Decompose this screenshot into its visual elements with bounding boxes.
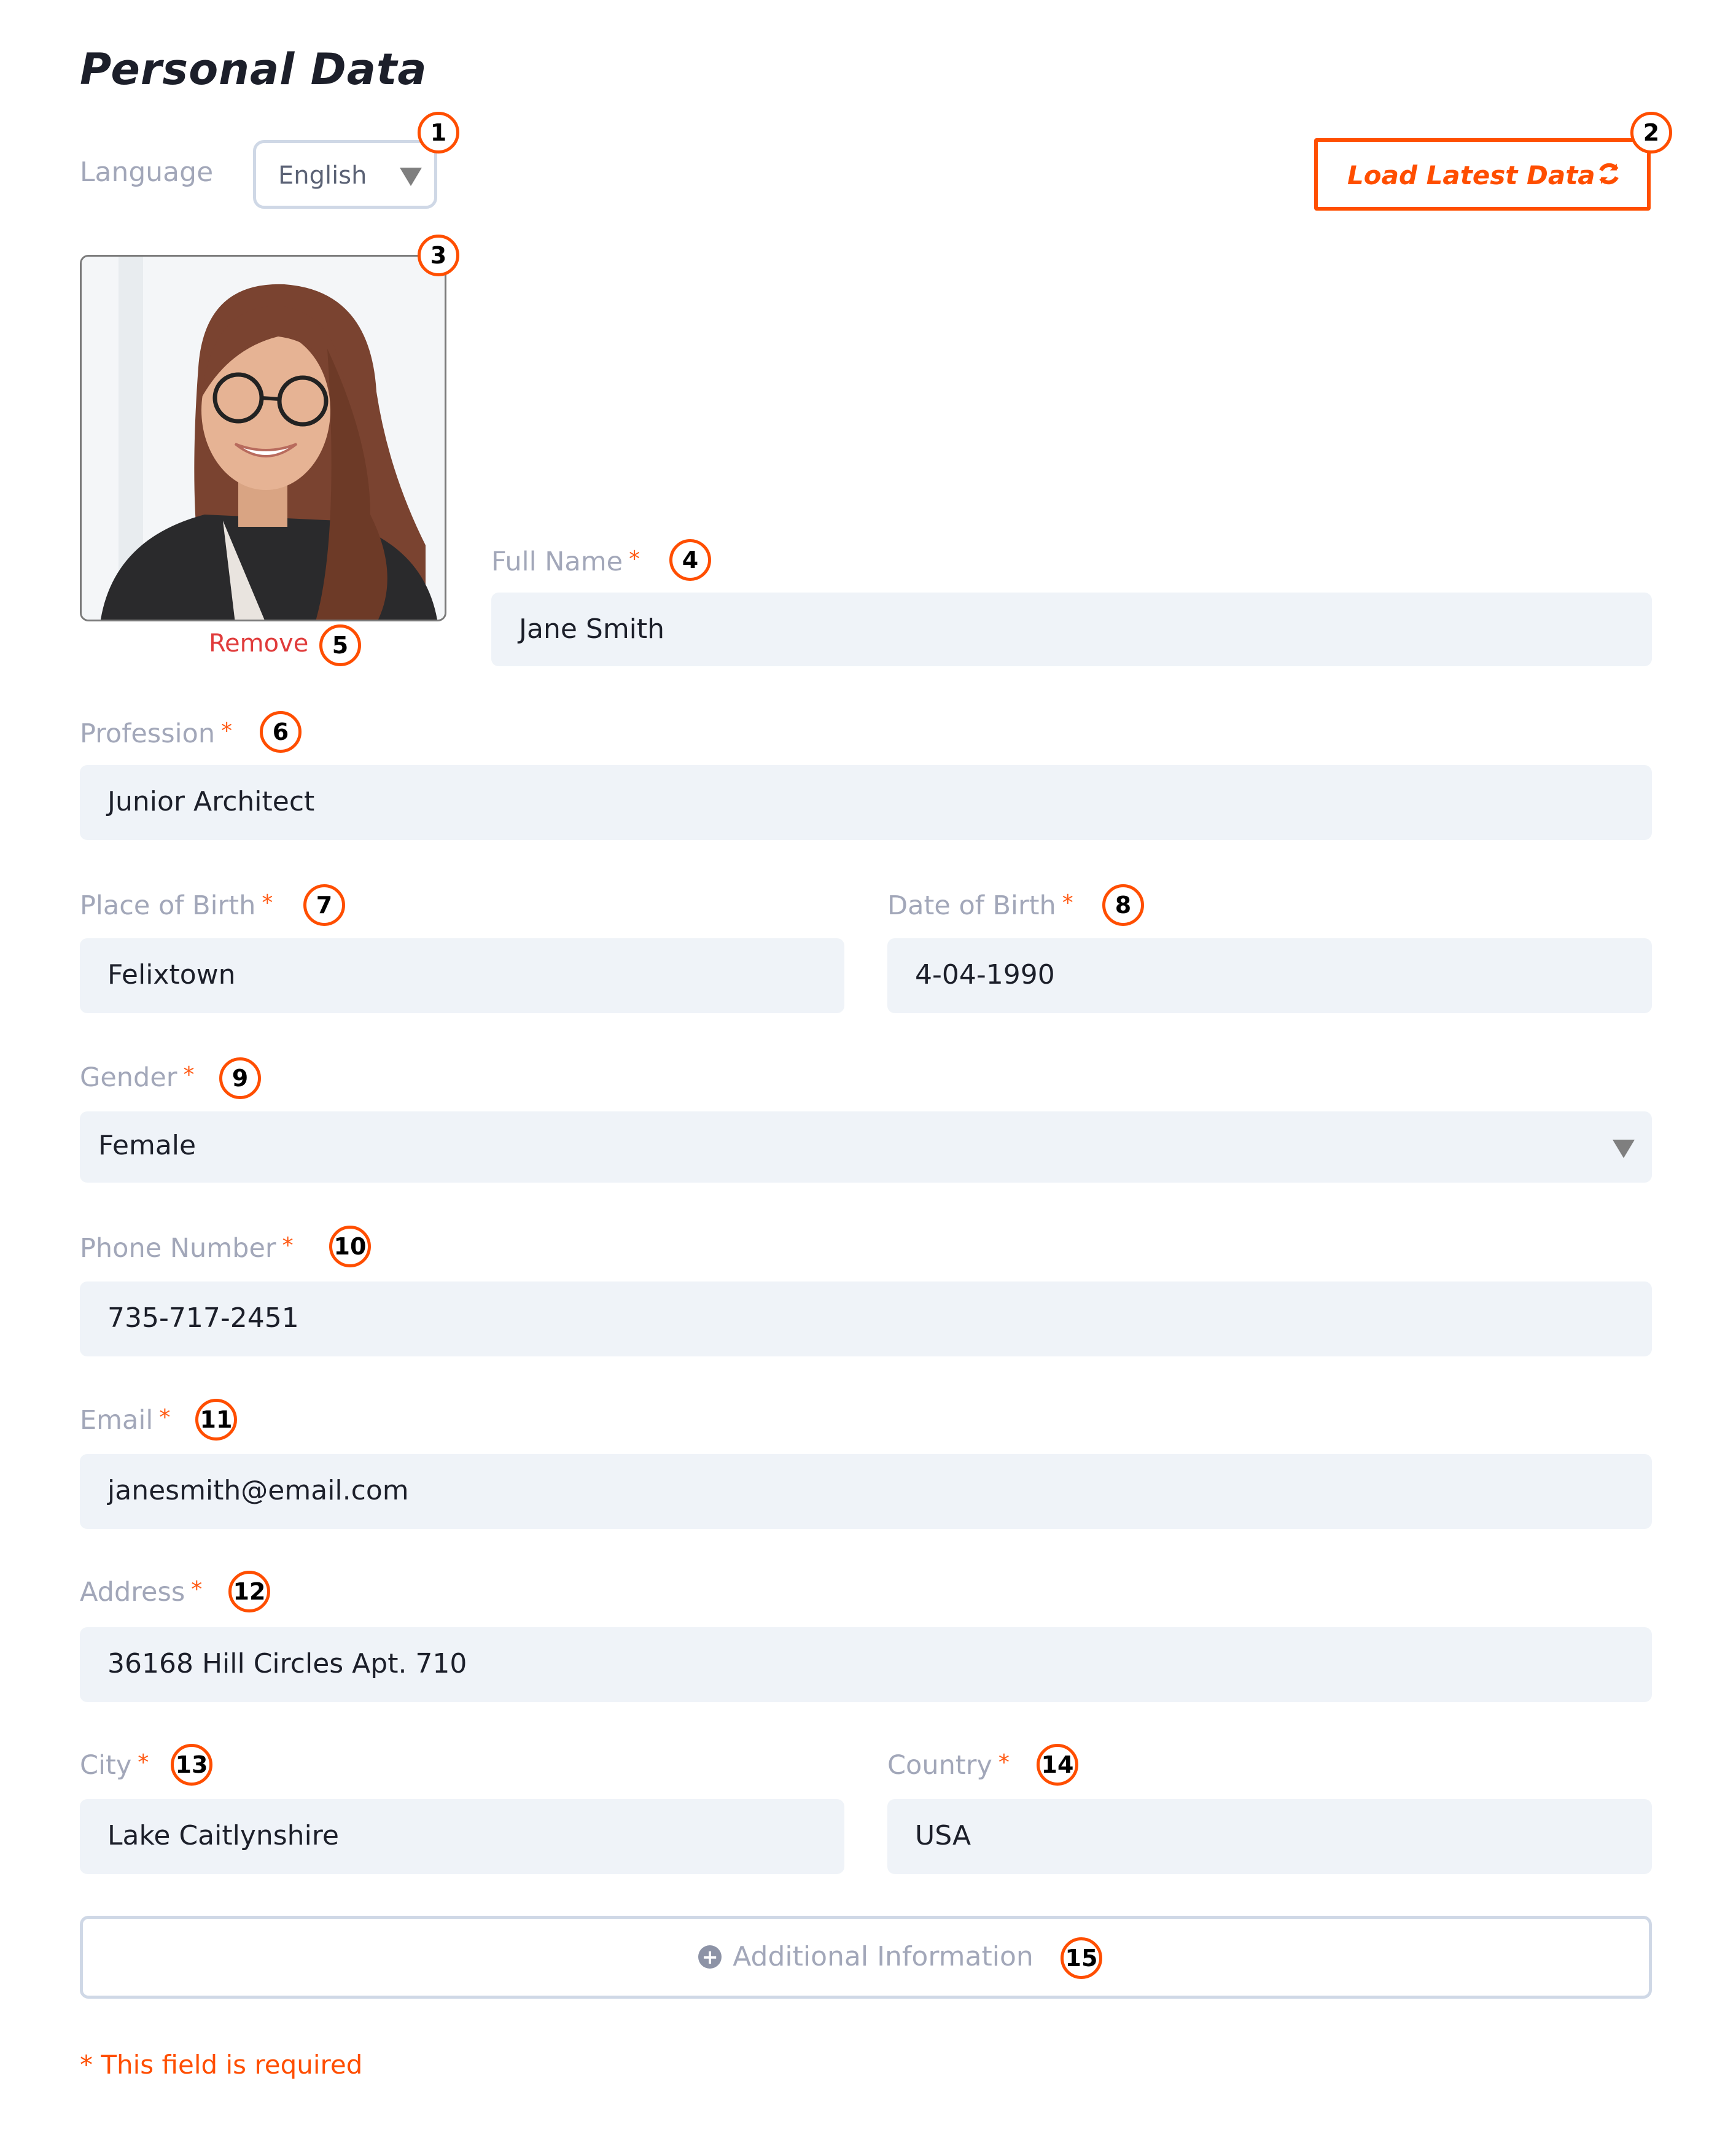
annotation-badge: 13 [171, 1744, 212, 1786]
email-label: Email * [80, 1405, 171, 1436]
full-name-input[interactable]: Jane Smith [491, 593, 1652, 666]
place-of-birth-input[interactable]: Felixtown [80, 938, 844, 1013]
required-marker: * [629, 546, 640, 572]
required-marker: * [138, 1750, 149, 1775]
required-marker: * [262, 890, 273, 916]
city-input[interactable]: Lake Caitlynshire [80, 1799, 844, 1874]
date-of-birth-input[interactable]: 4-04-1990 [887, 938, 1652, 1013]
refresh-icon [1599, 163, 1619, 185]
annotation-badge: 4 [669, 539, 711, 581]
chevron-down-icon [1613, 1140, 1635, 1158]
profile-photo-image [82, 257, 445, 620]
country-input[interactable]: USA [887, 1799, 1652, 1874]
annotation-badge: 1 [418, 112, 459, 154]
profession-input[interactable]: Junior Architect [80, 765, 1652, 840]
required-marker: * [221, 718, 233, 744]
annotation-badge: 3 [418, 235, 459, 276]
language-selected-value: English [278, 161, 367, 190]
required-field-note: * This field is required [80, 2050, 363, 2080]
required-marker: * [1062, 890, 1073, 916]
language-select[interactable]: English [253, 140, 437, 209]
gender-label: Gender * [80, 1062, 195, 1093]
phone-number-label: Phone Number * [80, 1233, 294, 1264]
required-marker: * [191, 1577, 203, 1602]
annotation-badge: 5 [319, 624, 361, 666]
load-latest-data-label: Load Latest Data [1347, 160, 1595, 190]
required-marker: * [282, 1233, 294, 1258]
address-input[interactable]: 36168 Hill Circles Apt. 710 [80, 1627, 1652, 1702]
annotation-badge: 9 [219, 1057, 261, 1099]
profile-photo[interactable] [80, 255, 446, 621]
language-label: Language [80, 157, 214, 188]
address-label: Address * [80, 1577, 203, 1608]
profession-label: Profession * [80, 718, 233, 749]
city-label: City * [80, 1750, 149, 1781]
additional-information-button[interactable]: + Additional Information [80, 1916, 1652, 1999]
country-label: Country * [887, 1750, 1010, 1781]
email-input[interactable]: janesmith@email.com [80, 1454, 1652, 1529]
remove-photo-link[interactable]: Remove [209, 629, 308, 658]
chevron-down-icon [400, 168, 422, 186]
date-of-birth-label: Date of Birth * [887, 890, 1073, 921]
annotation-badge: 7 [303, 884, 345, 926]
annotation-badge: 14 [1037, 1744, 1078, 1786]
phone-number-input[interactable]: 735-717-2451 [80, 1281, 1652, 1356]
gender-select[interactable]: Female [80, 1111, 1652, 1183]
annotation-badge: 11 [195, 1399, 237, 1441]
additional-information-label: Additional Information [733, 1941, 1033, 1972]
place-of-birth-label: Place of Birth * [80, 890, 273, 921]
annotation-badge: 2 [1630, 112, 1672, 154]
annotation-badge: 12 [228, 1571, 270, 1612]
required-marker: * [183, 1062, 195, 1087]
annotation-badge: 8 [1102, 884, 1144, 926]
annotation-badge: 6 [260, 711, 302, 753]
required-marker: * [998, 1750, 1010, 1775]
full-name-label: Full Name * [491, 546, 640, 577]
page-title: Personal Data [80, 44, 427, 95]
annotation-badge: 10 [329, 1226, 371, 1267]
plus-circle-icon: + [698, 1945, 722, 1969]
required-marker: * [159, 1405, 171, 1430]
load-latest-data-button[interactable]: Load Latest Data [1314, 138, 1651, 211]
annotation-badge: 15 [1061, 1937, 1102, 1979]
